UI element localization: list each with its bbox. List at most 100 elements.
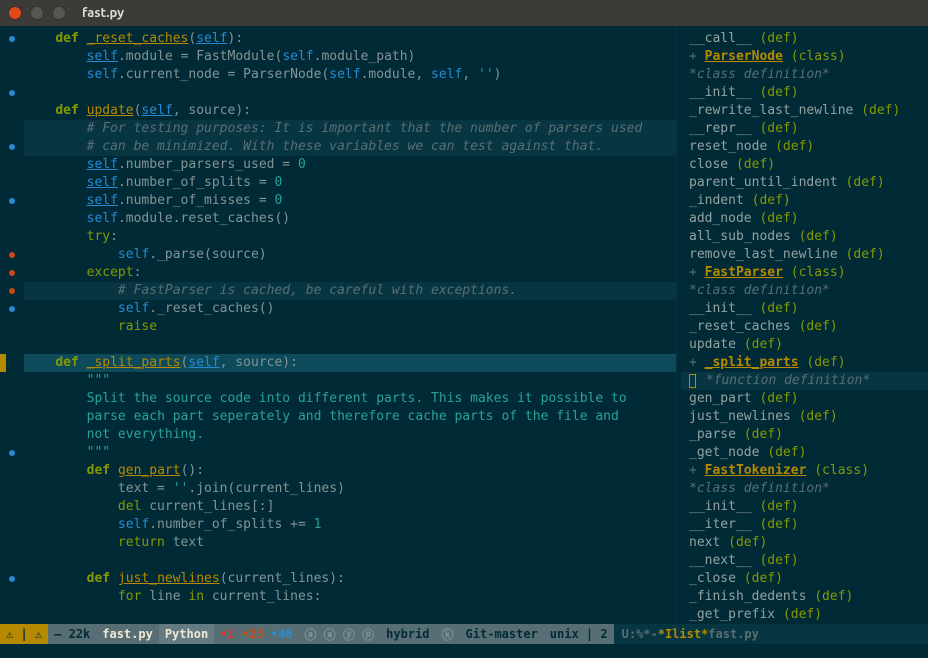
outline-item[interactable]: _rewrite_last_newline (def) (681, 102, 928, 120)
code-line[interactable]: return text (24, 534, 676, 552)
code-line[interactable]: text = ''.join(current_lines) (24, 480, 676, 498)
outline-item[interactable]: next (def) (681, 534, 928, 552)
outline-item[interactable]: _finish_dedents (def) (681, 588, 928, 606)
code-line[interactable]: self.current_node = ParserNode(self.modu… (24, 66, 676, 84)
vc-branch: Git-master (460, 624, 544, 644)
outline-item[interactable]: __call__ (def) (681, 30, 928, 48)
modeline: ⚠ | ⚠ — 22k fast.py Python •1 •23 •46 ⓐ … (0, 624, 928, 644)
outline-item[interactable]: parent_until_indent (def) (681, 174, 928, 192)
outline-item[interactable]: __init__ (def) (681, 300, 928, 318)
gutter-mark (0, 30, 24, 48)
gutter-mark (0, 606, 24, 624)
outline-item[interactable]: remove_last_newline (def) (681, 246, 928, 264)
gutter-mark (0, 120, 24, 138)
gutter-mark (0, 84, 24, 102)
gutter-mark (0, 300, 24, 318)
code-line[interactable] (24, 84, 676, 102)
code-line[interactable]: parse each part seperately and therefore… (24, 408, 676, 426)
outline-item[interactable]: __repr__ (def) (681, 120, 928, 138)
code-line[interactable]: self.number_of_misses = 0 (24, 192, 676, 210)
outline-item[interactable]: _get_node (def) (681, 444, 928, 462)
gutter-mark (0, 318, 24, 336)
outline-item[interactable]: _parse (def) (681, 426, 928, 444)
code-line[interactable] (24, 336, 676, 354)
modeline-filename: fast.py (96, 624, 159, 644)
outline-item[interactable]: __next__ (def) (681, 552, 928, 570)
code-line[interactable]: def just_newlines(current_lines): (24, 570, 676, 588)
code-line[interactable]: self.number_of_splits = 0 (24, 174, 676, 192)
code-line[interactable]: def update(self, source): (24, 102, 676, 120)
outline-item[interactable]: __iter__ (def) (681, 516, 928, 534)
code-line[interactable]: def gen_part(): (24, 462, 676, 480)
gutter (0, 26, 24, 624)
code-line[interactable]: self.module.reset_caches() (24, 210, 676, 228)
gutter-mark (0, 282, 24, 300)
code-line[interactable]: try: (24, 228, 676, 246)
gutter-mark (0, 336, 24, 354)
gutter-mark (0, 444, 24, 462)
close-icon[interactable] (8, 6, 22, 20)
outline-item[interactable]: update (def) (681, 336, 928, 354)
code-line[interactable]: # For testing purposes: It is important … (24, 120, 676, 138)
outline-item[interactable]: _reset_caches (def) (681, 318, 928, 336)
outline-item[interactable]: add_node (def) (681, 210, 928, 228)
outline-item[interactable]: *class definition* (681, 282, 928, 300)
outline-item[interactable]: all_sub_nodes (def) (681, 228, 928, 246)
gutter-mark (0, 534, 24, 552)
code-line[interactable]: # can be minimized. With these variables… (24, 138, 676, 156)
outline-item[interactable]: *function definition* (681, 372, 928, 390)
code-pane[interactable]: def _reset_caches(self): self.module = F… (0, 26, 676, 624)
outline-item[interactable]: + ParserNode (class) (681, 48, 928, 66)
code-line[interactable] (24, 552, 676, 570)
gutter-mark (0, 588, 24, 606)
code-line[interactable]: """ (24, 372, 676, 390)
code-line[interactable]: # FastParser is cached, be careful with … (24, 282, 676, 300)
code-line[interactable]: self.number_parsers_used = 0 (24, 156, 676, 174)
code-line[interactable]: not everything. (24, 426, 676, 444)
code-line[interactable]: """ (24, 444, 676, 462)
outline-item[interactable]: + FastTokenizer (class) (681, 462, 928, 480)
outline-item[interactable]: *class definition* (681, 480, 928, 498)
minimize-icon[interactable] (30, 6, 44, 20)
gutter-mark (0, 210, 24, 228)
outline-item[interactable]: + FastParser (class) (681, 264, 928, 282)
gutter-mark (0, 264, 24, 282)
flycheck-counts: •1 •23 •46 (214, 624, 298, 644)
outline-item[interactable]: __init__ (def) (681, 498, 928, 516)
code-line[interactable]: del current_lines[:] (24, 498, 676, 516)
outline-item[interactable]: *class definition* (681, 66, 928, 84)
outline-pane[interactable]: __call__ (def)+ ParserNode (class) *clas… (676, 26, 928, 624)
outline-item[interactable]: reset_node (def) (681, 138, 928, 156)
code-line[interactable]: raise (24, 318, 676, 336)
major-mode: Python (159, 624, 214, 644)
code-line[interactable]: for line in current_lines: (24, 588, 676, 606)
code-line[interactable]: self._parse(source) (24, 246, 676, 264)
outline-item[interactable]: + _split_parts (def) (681, 354, 928, 372)
code-line[interactable]: self._reset_caches() (24, 300, 676, 318)
file-size: — 22k (48, 624, 96, 644)
outline-item[interactable]: _close (def) (681, 570, 928, 588)
code-line[interactable]: self.module = FastModule(self.module_pat… (24, 48, 676, 66)
outline-item[interactable]: _indent (def) (681, 192, 928, 210)
gutter-mark (0, 480, 24, 498)
window-title: fast.py (82, 6, 124, 20)
gutter-mark (0, 48, 24, 66)
outline-item[interactable]: just_newlines (def) (681, 408, 928, 426)
code-line[interactable]: Split the source code into different par… (24, 390, 676, 408)
outline-item[interactable]: close (def) (681, 156, 928, 174)
outline-item[interactable]: __init__ (def) (681, 84, 928, 102)
code-line[interactable]: except: (24, 264, 676, 282)
warning-indicator: ⚠ | ⚠ (0, 624, 48, 644)
maximize-icon[interactable] (52, 6, 66, 20)
minibuffer[interactable] (0, 644, 928, 658)
code-line[interactable]: def _reset_caches(self): (24, 30, 676, 48)
gutter-mark (0, 390, 24, 408)
code-line[interactable]: def _split_parts(self, source): (24, 354, 676, 372)
gutter-mark (0, 66, 24, 84)
outline-item[interactable]: gen_part (def) (681, 390, 928, 408)
code-area[interactable]: def _reset_caches(self): self.module = F… (24, 26, 676, 624)
modeline-right: U:%*- *Ilist* fast.py (614, 624, 928, 644)
code-line[interactable]: self.number_of_splits += 1 (24, 516, 676, 534)
editor-body: def _reset_caches(self): self.module = F… (0, 26, 928, 624)
outline-item[interactable]: _get_prefix (def) (681, 606, 928, 624)
